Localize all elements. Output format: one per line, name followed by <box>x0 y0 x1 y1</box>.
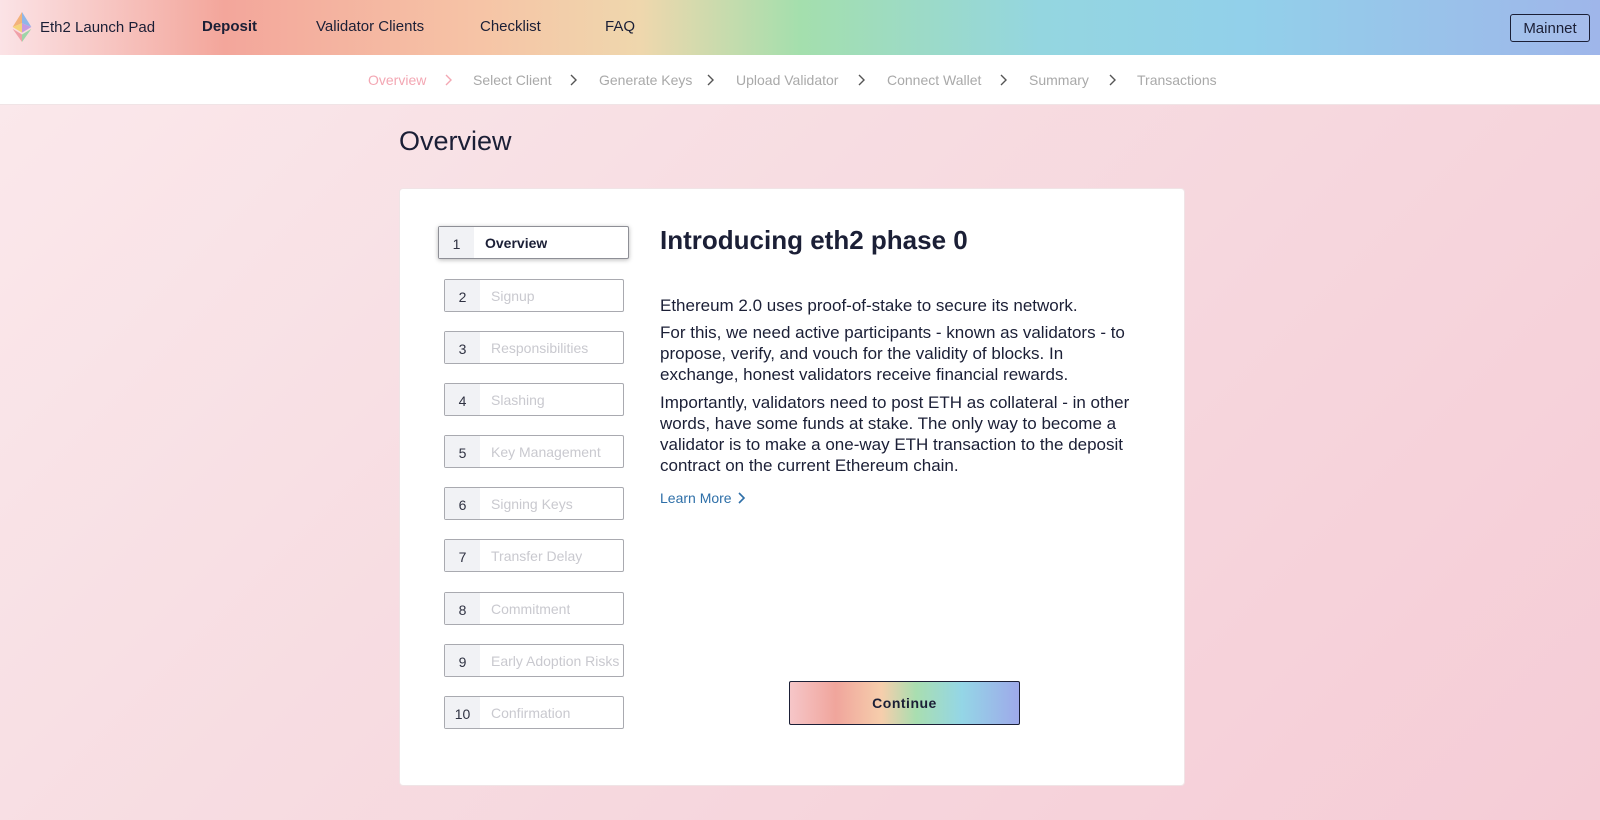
step-number: 1 <box>439 227 474 258</box>
sidebar-step-signing-keys[interactable]: 6 Signing Keys <box>444 487 624 520</box>
progress-step-generate-keys[interactable]: Generate Keys <box>599 72 692 88</box>
sidebar-step-commitment[interactable]: 8 Commitment <box>444 592 624 625</box>
step-number: 6 <box>445 488 480 519</box>
sidebar-step-signup[interactable]: 2 Signup <box>444 279 624 312</box>
chevron-right-icon <box>445 74 452 86</box>
step-label: Early Adoption Risks <box>491 652 620 669</box>
learn-more-label: Learn More <box>660 490 732 506</box>
top-navigation: Eth2 Launch Pad Deposit Validator Client… <box>0 0 1600 55</box>
progress-step-transactions[interactable]: Transactions <box>1137 72 1217 88</box>
step-number: 4 <box>445 384 480 415</box>
progress-step-upload-validator[interactable]: Upload Validator <box>736 72 838 88</box>
chevron-right-icon <box>707 74 714 86</box>
section-title: Introducing eth2 phase 0 <box>660 225 968 255</box>
step-label: Confirmation <box>491 704 571 721</box>
ethereum-logo-icon <box>12 12 32 42</box>
chevron-right-icon <box>1000 74 1007 86</box>
intro-paragraph: Ethereum 2.0 uses proof-of-stake to secu… <box>660 296 1078 315</box>
page-title: Overview <box>399 126 512 156</box>
step-label: Signup <box>491 287 535 304</box>
nav-deposit[interactable]: Deposit <box>202 18 257 35</box>
validators-paragraph: For this, we need active participants - … <box>660 323 1125 384</box>
brand[interactable]: Eth2 Launch Pad <box>12 12 155 42</box>
step-number: 2 <box>445 280 480 311</box>
step-number: 3 <box>445 332 480 363</box>
network-button[interactable]: Mainnet <box>1510 14 1590 42</box>
nav-validator-clients[interactable]: Validator Clients <box>316 18 424 35</box>
sidebar-step-overview[interactable]: 1 Overview <box>438 226 629 259</box>
chevron-right-icon <box>738 492 745 504</box>
step-number: 8 <box>445 593 480 624</box>
progress-stepper: Overview Select Client Generate Keys Upl… <box>0 55 1600 105</box>
step-label: Signing Keys <box>491 495 573 512</box>
sidebar-step-transfer-delay[interactable]: 7 Transfer Delay <box>444 539 624 572</box>
step-label: Key Management <box>491 443 601 460</box>
step-label: Commitment <box>491 600 571 617</box>
step-label: Overview <box>485 234 548 251</box>
collateral-paragraph: Importantly, validators need to post ETH… <box>660 393 1130 475</box>
progress-step-select-client[interactable]: Select Client <box>473 72 552 88</box>
sidebar-step-early-adoption-risks[interactable]: 9 Early Adoption Risks <box>444 644 624 677</box>
chevron-right-icon <box>858 74 865 86</box>
chevron-right-icon <box>1109 74 1116 86</box>
step-label: Responsibilities <box>491 339 589 356</box>
progress-step-summary[interactable]: Summary <box>1029 72 1089 88</box>
nav-faq[interactable]: FAQ <box>605 18 635 35</box>
sidebar-step-responsibilities[interactable]: 3 Responsibilities <box>444 331 624 364</box>
progress-step-overview[interactable]: Overview <box>368 72 426 88</box>
nav-checklist[interactable]: Checklist <box>480 18 541 35</box>
step-number: 10 <box>445 697 480 728</box>
step-label: Transfer Delay <box>491 547 583 564</box>
sidebar-step-key-management[interactable]: 5 Key Management <box>444 435 624 468</box>
step-number: 7 <box>445 540 480 571</box>
continue-button[interactable]: Continue <box>789 681 1020 725</box>
step-number: 9 <box>445 645 480 676</box>
chevron-right-icon <box>570 74 577 86</box>
learn-more-link[interactable]: Learn More <box>660 490 746 506</box>
progress-step-connect-wallet[interactable]: Connect Wallet <box>887 72 981 88</box>
step-label: Slashing <box>491 391 545 408</box>
sidebar-step-confirmation[interactable]: 10 Confirmation <box>444 696 624 729</box>
brand-name: Eth2 Launch Pad <box>40 18 156 36</box>
step-number: 5 <box>445 436 480 467</box>
sidebar-step-slashing[interactable]: 4 Slashing <box>444 383 624 416</box>
